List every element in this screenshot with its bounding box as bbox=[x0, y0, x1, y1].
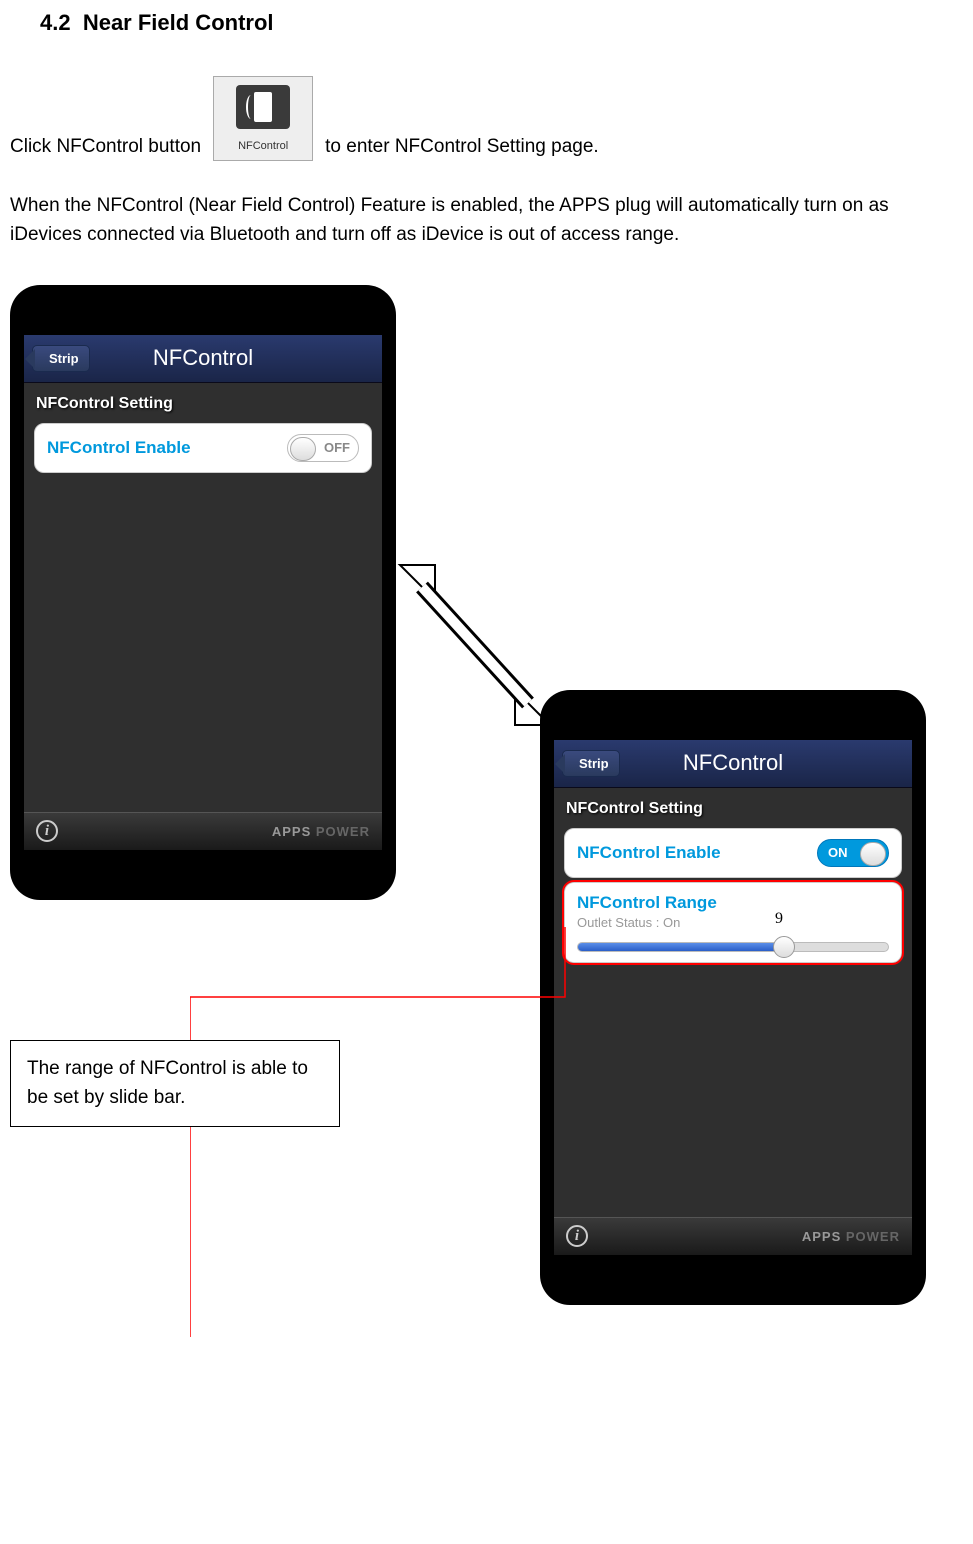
nfcontrol-icon-label: NFControl bbox=[214, 139, 312, 154]
page-number: 9 bbox=[775, 910, 783, 928]
section-number: 4.2 bbox=[40, 10, 71, 35]
nfcontrol-toggle-off[interactable]: OFF bbox=[287, 434, 359, 462]
nfcontrol-setting-label: NFControl Setting bbox=[24, 383, 382, 419]
nfcontrol-enable-label: NFControl Enable bbox=[47, 438, 191, 458]
footer-bar: i APPS POWER bbox=[24, 812, 382, 850]
info-icon[interactable]: i bbox=[566, 1225, 588, 1247]
section-title: Near Field Control bbox=[83, 10, 274, 35]
phone-mockup-off: Strip NFControl NFControl Setting NFCont… bbox=[10, 285, 396, 900]
callout-connector bbox=[190, 927, 568, 1347]
paragraph-2: When the NFControl (Near Field Control) … bbox=[10, 191, 933, 250]
nfcontrol-enable-row: NFControl Enable OFF bbox=[34, 423, 372, 473]
footer-bar: i APPS POWER bbox=[554, 1217, 912, 1255]
nfcontrol-range-label: NFControl Range bbox=[577, 893, 889, 913]
paragraph-1: Click NFControl button NFControl to ente… bbox=[10, 76, 933, 161]
nfcontrol-setting-label: NFControl Setting bbox=[554, 788, 912, 824]
footer-logo: APPS POWER bbox=[272, 824, 370, 839]
back-button-strip[interactable]: Strip bbox=[32, 345, 90, 372]
double-arrow-icon bbox=[390, 560, 560, 730]
nfcontrol-toggle-on[interactable]: ON bbox=[817, 839, 889, 867]
info-icon[interactable]: i bbox=[36, 820, 58, 842]
nfcontrol-enable-label: NFControl Enable bbox=[577, 843, 721, 863]
nav-bar: Strip NFControl bbox=[24, 335, 382, 383]
footer-logo: APPS POWER bbox=[802, 1229, 900, 1244]
phone-mockup-on: Strip NFControl NFControl Setting NFCont… bbox=[540, 690, 926, 1305]
para1-after: to enter NFControl Setting page. bbox=[325, 134, 599, 161]
slider-thumb[interactable] bbox=[773, 936, 795, 958]
nfcontrol-range-slider[interactable] bbox=[577, 942, 889, 952]
nav-bar: Strip NFControl bbox=[554, 740, 912, 788]
section-heading: 4.2 Near Field Control bbox=[40, 10, 933, 36]
nfcontrol-range-row: NFControl Range Outlet Status : On bbox=[564, 882, 902, 963]
callout-box: The range of NFControl is able to be set… bbox=[10, 1040, 340, 1127]
outlet-status-label: Outlet Status : On bbox=[577, 915, 889, 930]
nfcontrol-app-icon: NFControl bbox=[213, 76, 313, 161]
para1-before: Click NFControl button bbox=[10, 134, 201, 161]
nfcontrol-enable-row: NFControl Enable ON bbox=[564, 828, 902, 878]
back-button-strip[interactable]: Strip bbox=[562, 750, 620, 777]
